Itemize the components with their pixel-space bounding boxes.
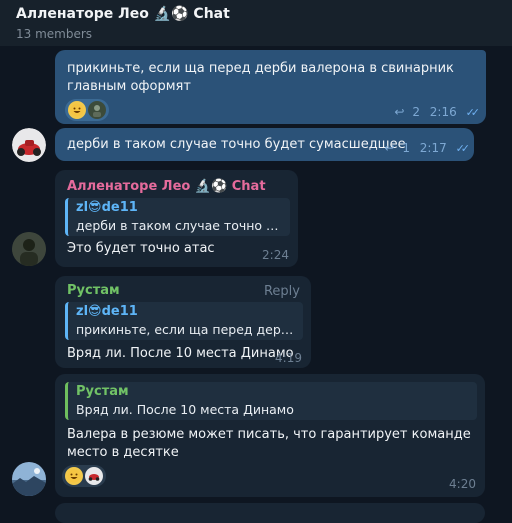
avatar[interactable] bbox=[12, 232, 46, 266]
reply-quote[interactable]: zl😎de11 дерби в таком случае точно бу... bbox=[65, 198, 290, 236]
reactions[interactable] bbox=[62, 465, 106, 487]
avatar[interactable] bbox=[12, 462, 46, 496]
reaction-user-avatar-icon bbox=[85, 467, 103, 485]
reply-arrow-icon[interactable]: ↩ bbox=[394, 105, 404, 119]
message-text: Вряд ли. После 10 места Динамо bbox=[67, 346, 294, 361]
message-time: 2:16 bbox=[429, 105, 457, 119]
read-checkmarks-icon: ✓✓ bbox=[455, 142, 471, 155]
message-text: Это будет точно атас bbox=[67, 241, 215, 256]
reaction-laugh-icon[interactable] bbox=[65, 467, 83, 485]
quote-text: Вряд ли. После 10 места Динамо bbox=[76, 402, 294, 417]
quote-author: Рустам bbox=[76, 384, 129, 399]
reply-button[interactable]: Reply bbox=[264, 284, 300, 299]
quote-text: дерби в таком случае точно бу... bbox=[76, 218, 281, 233]
message-list[interactable]: прикиньте, если ща перед дерби валерона … bbox=[0, 46, 512, 523]
message-text: прикиньте, если ща перед дерби валерона … bbox=[67, 61, 454, 94]
message-time: 4:19 bbox=[275, 351, 302, 365]
message-meta: ↩ 2 2:16 ✓✓ bbox=[394, 105, 481, 119]
sender-name[interactable]: Алленаторе Лео 🔬⚽ Chat bbox=[67, 179, 266, 194]
quote-text: прикиньте, если ща перед дерби ... bbox=[76, 322, 296, 337]
reactions[interactable] bbox=[65, 99, 109, 121]
chat-title[interactable]: Алленаторе Лео 🔬⚽ Chat bbox=[16, 6, 230, 22]
message-time: 2:24 bbox=[262, 248, 289, 262]
message-text: дерби в таком случае точно будет сумасше… bbox=[67, 137, 406, 152]
quote-author: zl😎de11 bbox=[76, 304, 138, 319]
message-bubble[interactable]: Рустам Вряд ли. После 10 места Динамо Ва… bbox=[55, 374, 485, 497]
message-time: 2:17 bbox=[419, 141, 447, 155]
message-bubble-partial[interactable] bbox=[55, 503, 485, 523]
members-count: 13 members bbox=[16, 27, 93, 41]
message-text: Валера в резюме может писать, что гарант… bbox=[67, 427, 471, 460]
reply-quote[interactable]: zl😎de11 прикиньте, если ща перед дерби .… bbox=[65, 302, 303, 340]
reaction-laugh-icon[interactable] bbox=[68, 101, 86, 119]
reply-count[interactable]: 2 bbox=[412, 105, 420, 119]
message-bubble[interactable]: дерби в таком случае точно будет сумасше… bbox=[55, 128, 474, 161]
reply-arrow-icon[interactable]: ↩ bbox=[384, 141, 394, 155]
sender-name[interactable]: Рустам bbox=[67, 283, 120, 298]
message-bubble[interactable]: прикиньте, если ща перед дерби валерона … bbox=[55, 50, 486, 124]
reply-quote[interactable]: Рустам Вряд ли. После 10 места Динамо bbox=[65, 382, 477, 420]
message-bubble[interactable]: Алленаторе Лео 🔬⚽ Chat zl😎de11 дерби в т… bbox=[55, 170, 298, 267]
message-time: 4:20 bbox=[449, 477, 476, 491]
read-checkmarks-icon: ✓✓ bbox=[465, 106, 481, 119]
avatar[interactable] bbox=[12, 128, 46, 162]
message-bubble[interactable]: Рустам Reply zl😎de11 прикиньте, если ща … bbox=[55, 276, 311, 368]
reply-count[interactable]: 1 bbox=[402, 141, 410, 155]
quote-author: zl😎de11 bbox=[76, 200, 138, 215]
reaction-user-avatar-icon bbox=[88, 101, 106, 119]
chat-header[interactable]: Алленаторе Лео 🔬⚽ Chat 13 members bbox=[0, 0, 512, 47]
message-meta: ↩ 1 2:17 ✓✓ bbox=[384, 141, 471, 155]
